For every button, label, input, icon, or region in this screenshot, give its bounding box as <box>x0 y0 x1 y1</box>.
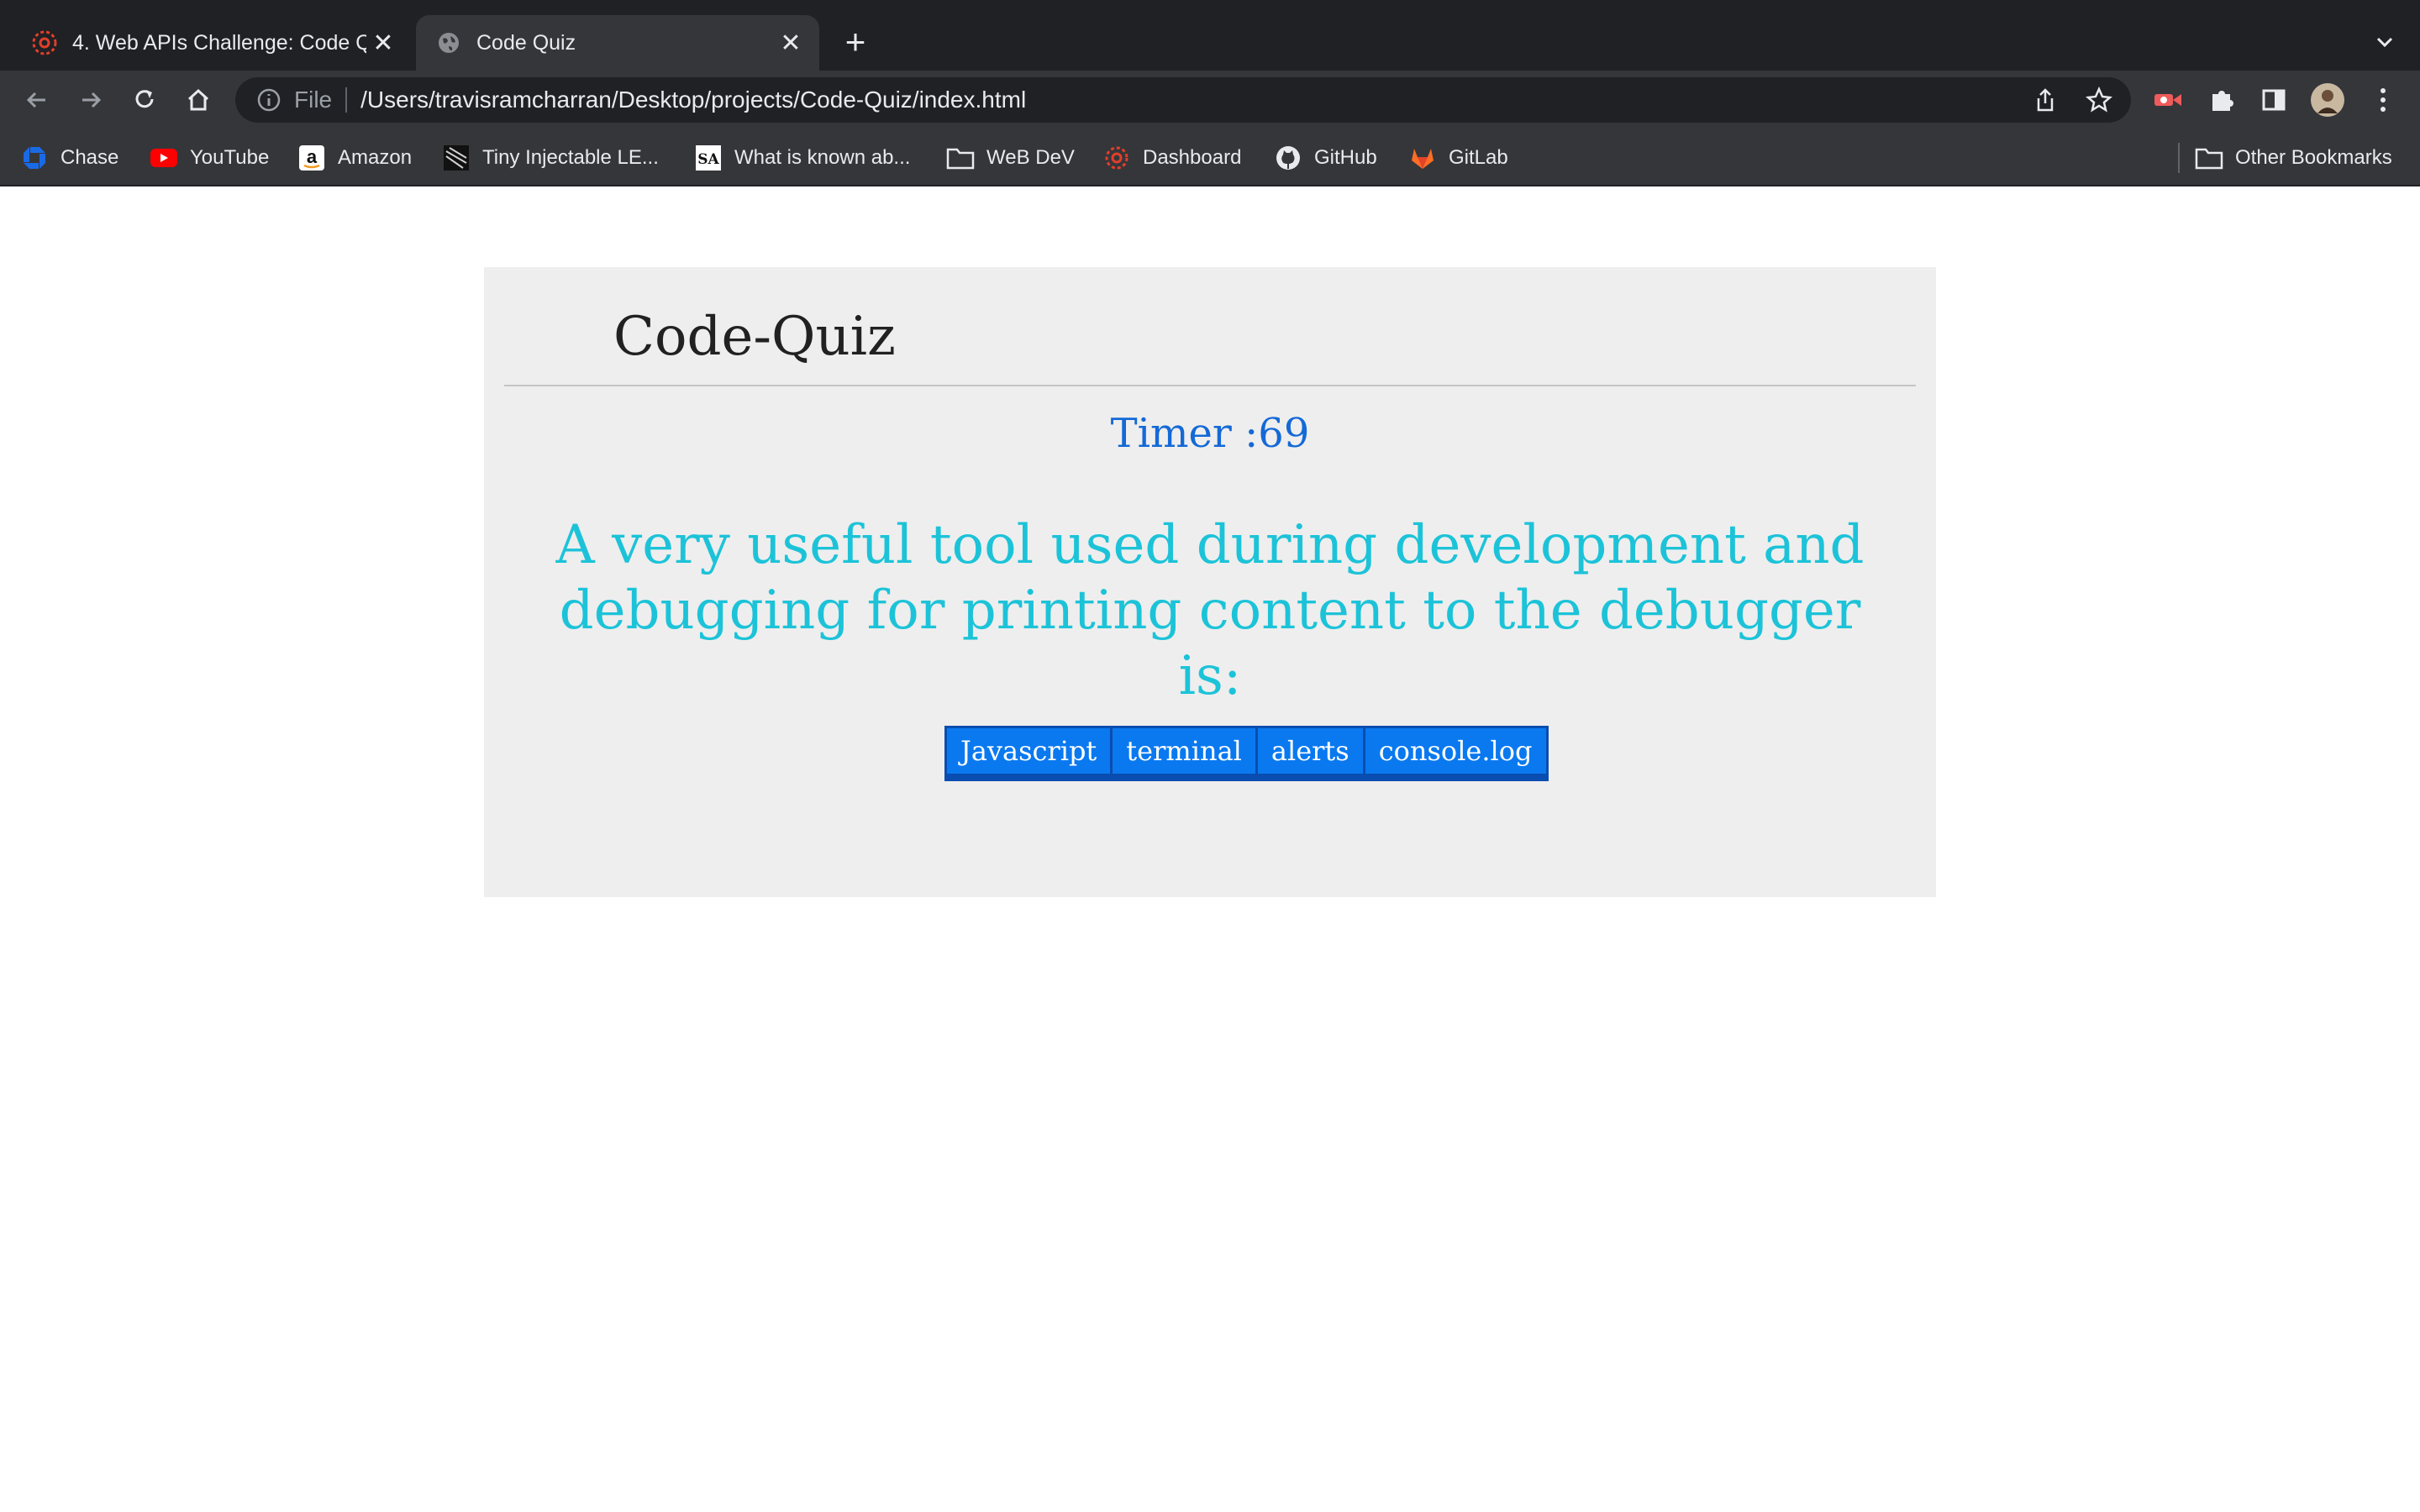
tab-code-quiz[interactable]: Code Quiz ✕ <box>416 15 819 71</box>
bookmark-label: Other Bookmarks <box>2235 146 2392 169</box>
question-text: A very useful tool used during developme… <box>555 514 1865 707</box>
new-tab-icon[interactable]: + <box>837 24 874 60</box>
folder-icon <box>946 144 975 172</box>
bookmark-label: Dashboard <box>1143 146 1242 169</box>
browser-chrome: 4. Web APIs Challenge: Code Q ✕ Code Qui… <box>0 0 2420 186</box>
sa-icon: SA <box>694 144 723 172</box>
tab-title: 4. Web APIs Challenge: Code Q <box>72 30 366 55</box>
answer-button-terminal[interactable]: terminal <box>1110 728 1255 774</box>
close-icon[interactable]: ✕ <box>774 26 808 60</box>
tab-web-apis-challenge[interactable]: 4. Web APIs Challenge: Code Q ✕ <box>17 15 412 71</box>
gitlab-icon <box>1408 144 1437 172</box>
chevron-down-icon[interactable] <box>2368 25 2402 59</box>
profile-avatar[interactable] <box>2309 81 2346 118</box>
back-arrow-icon[interactable] <box>18 81 55 118</box>
timer-value: 69 <box>1258 410 1310 457</box>
share-icon[interactable] <box>2027 81 2064 118</box>
bookmark-label: GitLab <box>1449 146 1508 169</box>
url-text[interactable]: /Users/travisramcharran/Desktop/projects… <box>360 87 1026 113</box>
site-icon <box>442 144 471 172</box>
tab-strip: 4. Web APIs Challenge: Code Q ✕ Code Qui… <box>0 0 2420 71</box>
close-icon[interactable]: ✕ <box>366 26 400 60</box>
bookmark-github[interactable]: GitHub <box>1274 143 1377 173</box>
answer-button-alerts[interactable]: alerts <box>1255 728 1363 774</box>
amazon-icon: a <box>297 144 326 172</box>
star-icon[interactable] <box>2081 81 2118 118</box>
bookmark-gitlab[interactable]: GitLab <box>1408 143 1508 173</box>
divider <box>345 87 348 113</box>
bookmark-folder-web-dev[interactable]: WeB DeV <box>946 143 1075 173</box>
reload-icon[interactable] <box>126 81 163 118</box>
bookmark-youtube[interactable]: YouTube <box>150 143 269 173</box>
github-icon <box>1274 144 1302 172</box>
kebab-menu-icon[interactable] <box>2365 81 2402 118</box>
folder-icon <box>2195 144 2223 172</box>
answer-button-console-log[interactable]: console.log <box>1362 728 1546 774</box>
canvas-icon <box>1102 144 1131 172</box>
header-divider <box>504 385 1916 386</box>
timer: Timer :69 <box>484 410 1936 457</box>
bookmark-dashboard[interactable]: Dashboard <box>1102 143 1241 173</box>
home-icon[interactable] <box>180 81 217 118</box>
bookmark-label: Amazon <box>338 146 413 169</box>
bookmark-label: GitHub <box>1314 146 1377 169</box>
scheme-label: File <box>294 87 333 113</box>
extensions-puzzle-icon[interactable] <box>2203 81 2240 118</box>
answer-buttons: Javascript terminal alerts console.log <box>944 726 1549 781</box>
info-icon[interactable] <box>255 87 282 113</box>
bookmark-amazon[interactable]: a Amazon <box>297 143 412 173</box>
svg-text:SA: SA <box>697 151 719 168</box>
bookmarks-bar: Chase YouTube a Amazon Tiny Injectable L… <box>0 129 2420 186</box>
chase-icon <box>20 144 49 172</box>
tab-title: Code Quiz <box>476 30 576 55</box>
answer-button-javascript[interactable]: Javascript <box>947 728 1111 774</box>
quiz-card: Code-Quiz Timer :69 A very useful tool u… <box>484 267 1936 897</box>
forward-arrow-icon[interactable] <box>72 81 109 118</box>
canvas-icon <box>30 29 59 57</box>
page-title: Code-Quiz <box>613 306 896 368</box>
bookmark-chase[interactable]: Chase <box>20 143 118 173</box>
browser-toolbar: File /Users/travisramcharran/Desktop/pro… <box>0 71 2420 129</box>
bookmark-label: Tiny Injectable LE... <box>482 146 659 169</box>
address-bar[interactable]: File /Users/travisramcharran/Desktop/pro… <box>235 77 2131 123</box>
bookmark-tiny-injectable[interactable]: Tiny Injectable LE... <box>442 143 659 173</box>
divider <box>2178 143 2180 173</box>
bookmark-label: Chase <box>60 146 119 169</box>
timer-label: Timer : <box>1110 410 1259 457</box>
bookmark-label: WeB DeV <box>986 146 1075 169</box>
screen-recorder-icon[interactable] <box>2149 81 2186 118</box>
youtube-icon <box>150 144 178 172</box>
bookmark-other-bookmarks[interactable]: Other Bookmarks <box>2195 143 2392 173</box>
svg-text:a: a <box>307 146 318 167</box>
bookmark-label: YouTube <box>190 146 270 169</box>
side-panel-icon[interactable] <box>2255 81 2292 118</box>
bookmark-label: What is known ab... <box>734 146 911 169</box>
globe-icon <box>434 29 463 57</box>
bookmark-what-is-known[interactable]: SA What is known ab... <box>694 143 910 173</box>
